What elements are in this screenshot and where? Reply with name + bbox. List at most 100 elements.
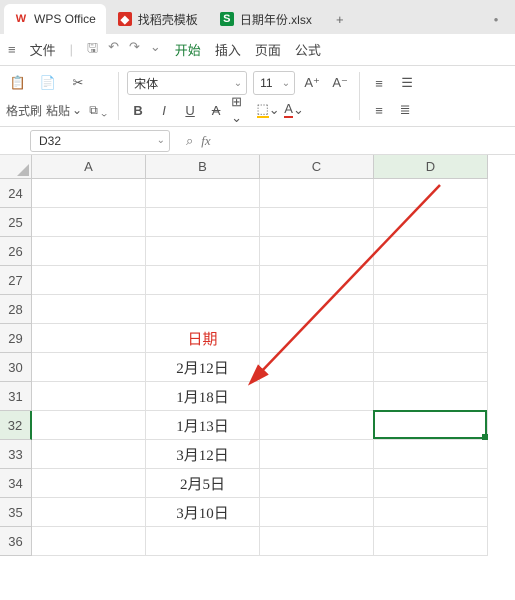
strike-button[interactable]: A: [205, 99, 227, 121]
cell-B33[interactable]: 3月12日: [146, 440, 260, 469]
increase-font-icon[interactable]: A⁺: [301, 72, 323, 94]
cell-B29[interactable]: 日期: [146, 324, 260, 353]
cell-D28[interactable]: [374, 295, 488, 324]
row-header[interactable]: 30: [0, 353, 32, 382]
cell-B28[interactable]: [146, 295, 260, 324]
cell-B35[interactable]: 3月10日: [146, 498, 260, 527]
cell-A29[interactable]: [32, 324, 146, 353]
font-size-select[interactable]: 11: [253, 71, 295, 95]
align-left-icon[interactable]: ≡: [368, 99, 390, 121]
cell-A32[interactable]: [32, 411, 146, 440]
cell-C35[interactable]: [260, 498, 374, 527]
format-painter-icon[interactable]: 📋: [6, 71, 30, 95]
cell-D35[interactable]: [374, 498, 488, 527]
align-center-icon[interactable]: ≣: [394, 99, 416, 121]
undo-icon[interactable]: ↶: [108, 39, 119, 61]
cell-B31[interactable]: 1月18日: [146, 382, 260, 411]
font-name-select[interactable]: 宋体: [127, 71, 247, 95]
cell-C33[interactable]: [260, 440, 374, 469]
window-more-icon[interactable]: •: [481, 12, 511, 27]
row-header[interactable]: 29: [0, 324, 32, 353]
cell-D30[interactable]: [374, 353, 488, 382]
tab-wps-office[interactable]: W WPS Office: [4, 4, 106, 34]
cell-A33[interactable]: [32, 440, 146, 469]
cell-A28[interactable]: [32, 295, 146, 324]
cell-A30[interactable]: [32, 353, 146, 382]
col-header-B[interactable]: B: [146, 155, 260, 179]
tab-template[interactable]: ◆ 找稻壳模板: [108, 4, 208, 34]
redo-icon[interactable]: ↷: [129, 39, 140, 61]
row-header[interactable]: 25: [0, 208, 32, 237]
paste-icon[interactable]: 📄: [36, 71, 60, 95]
menu-formula[interactable]: 公式: [295, 40, 321, 59]
borders-button[interactable]: ⊞ ⌄: [231, 99, 253, 121]
col-header-C[interactable]: C: [260, 155, 374, 179]
cell-A31[interactable]: [32, 382, 146, 411]
cell-D31[interactable]: [374, 382, 488, 411]
paste-button[interactable]: 粘贴 ⌄: [46, 102, 82, 119]
row-header[interactable]: 26: [0, 237, 32, 266]
tab-file[interactable]: S 日期年份.xlsx: [210, 4, 322, 34]
save-icon[interactable]: 🖫: [87, 39, 98, 61]
cell-C26[interactable]: [260, 237, 374, 266]
row-header[interactable]: 32: [0, 411, 32, 440]
row-header[interactable]: 24: [0, 179, 32, 208]
cell-A34[interactable]: [32, 469, 146, 498]
cell-D25[interactable]: [374, 208, 488, 237]
cells-area[interactable]: 日期2月12日1月18日1月13日3月12日2月5日3月10日: [32, 179, 488, 556]
cell-C27[interactable]: [260, 266, 374, 295]
align-top-icon[interactable]: ≡: [368, 72, 390, 94]
cell-D36[interactable]: [374, 527, 488, 556]
cell-D34[interactable]: [374, 469, 488, 498]
fx-icon[interactable]: fx: [201, 133, 210, 149]
format-painter-button[interactable]: 格式刷: [6, 102, 42, 119]
cell-A24[interactable]: [32, 179, 146, 208]
font-color-button[interactable]: A ⌄: [283, 99, 305, 121]
cell-C24[interactable]: [260, 179, 374, 208]
cell-B30[interactable]: 2月12日: [146, 353, 260, 382]
hamburger-icon[interactable]: ≡: [8, 42, 16, 57]
cell-C29[interactable]: [260, 324, 374, 353]
menu-insert[interactable]: 插入: [215, 40, 241, 59]
cell-B27[interactable]: [146, 266, 260, 295]
row-header[interactable]: 36: [0, 527, 32, 556]
cell-A36[interactable]: [32, 527, 146, 556]
cell-B26[interactable]: [146, 237, 260, 266]
underline-button[interactable]: U: [179, 99, 201, 121]
row-header[interactable]: 27: [0, 266, 32, 295]
cell-C34[interactable]: [260, 469, 374, 498]
cell-D33[interactable]: [374, 440, 488, 469]
cell-D24[interactable]: [374, 179, 488, 208]
cell-D27[interactable]: [374, 266, 488, 295]
cell-A27[interactable]: [32, 266, 146, 295]
italic-button[interactable]: I: [153, 99, 175, 121]
name-box[interactable]: D32: [30, 130, 170, 152]
cell-B34[interactable]: 2月5日: [146, 469, 260, 498]
cell-B24[interactable]: [146, 179, 260, 208]
menu-start[interactable]: 开始: [175, 40, 201, 59]
row-header[interactable]: 34: [0, 469, 32, 498]
new-tab-button[interactable]: +: [328, 7, 352, 31]
cell-C31[interactable]: [260, 382, 374, 411]
row-header[interactable]: 33: [0, 440, 32, 469]
cell-A25[interactable]: [32, 208, 146, 237]
row-header[interactable]: 31: [0, 382, 32, 411]
decrease-font-icon[interactable]: A⁻: [329, 72, 351, 94]
bold-button[interactable]: B: [127, 99, 149, 121]
more-icon[interactable]: ⌄: [150, 39, 161, 61]
cell-D26[interactable]: [374, 237, 488, 266]
col-header-A[interactable]: A: [32, 155, 146, 179]
copy-icon[interactable]: ⧉ ⌄: [86, 98, 110, 122]
cell-C32[interactable]: [260, 411, 374, 440]
col-header-D[interactable]: D: [374, 155, 488, 179]
cell-A35[interactable]: [32, 498, 146, 527]
cell-C36[interactable]: [260, 527, 374, 556]
cell-B32[interactable]: 1月13日: [146, 411, 260, 440]
cell-B25[interactable]: [146, 208, 260, 237]
search-icon[interactable]: ⌕: [186, 133, 193, 149]
cell-C25[interactable]: [260, 208, 374, 237]
align-mid-icon[interactable]: ☰: [396, 72, 418, 94]
cell-C30[interactable]: [260, 353, 374, 382]
cut-icon[interactable]: ✂: [66, 71, 90, 95]
cell-D29[interactable]: [374, 324, 488, 353]
